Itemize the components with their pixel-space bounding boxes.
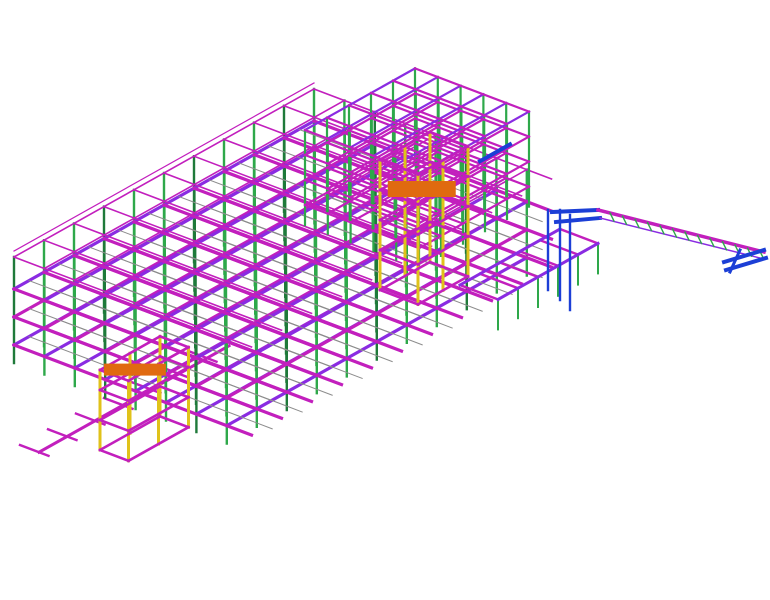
structural-model-3d [11,66,769,463]
conveyor-gallery [599,217,761,259]
platform-beam [558,227,600,245]
beam-cross [11,342,254,438]
stair-platform [103,363,166,376]
conveyor-beam [549,207,601,215]
stair-beam [98,448,131,463]
main-frame-structure [11,82,554,445]
model-viewport[interactable] [0,0,770,600]
stair-beam [158,414,191,429]
conveyor-beam [553,215,603,225]
platform-plate [387,181,456,197]
